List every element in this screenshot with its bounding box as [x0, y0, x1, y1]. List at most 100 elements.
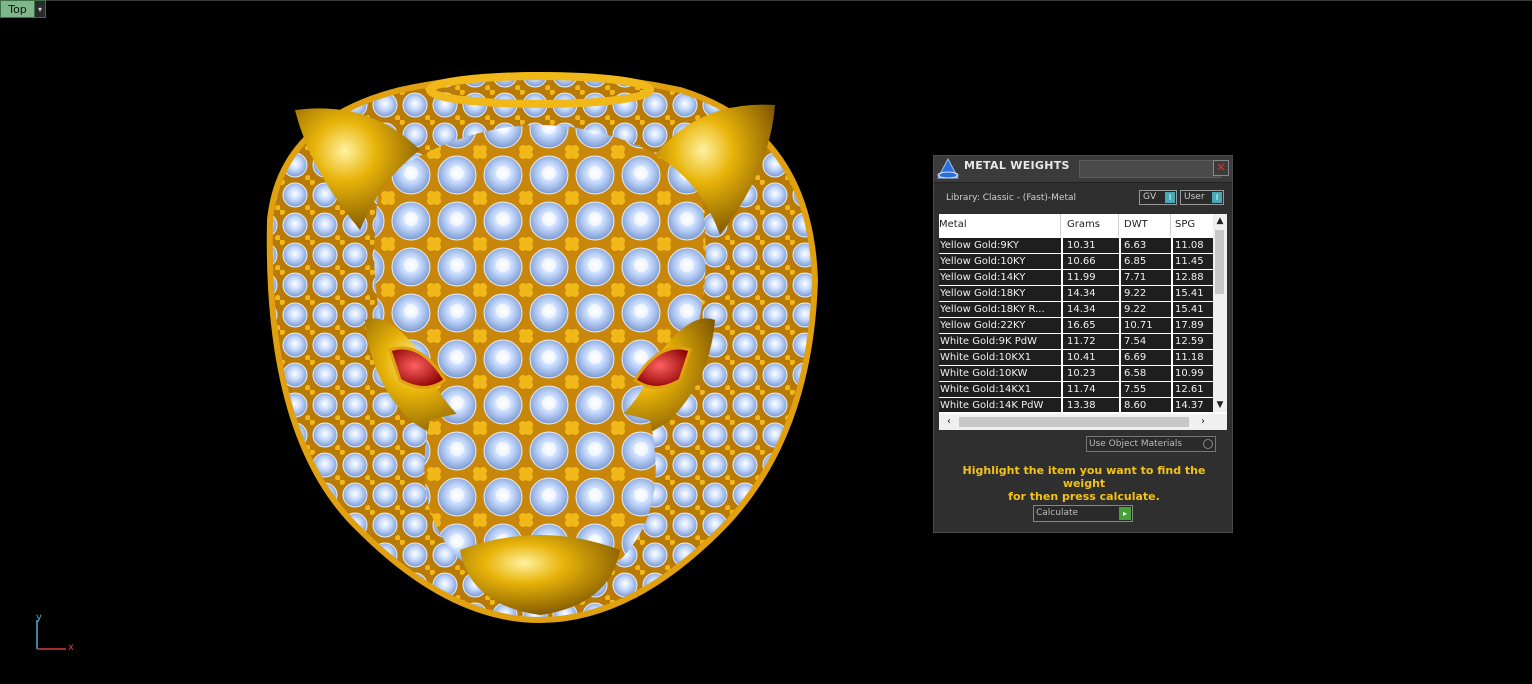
cell-spg: 14.37 — [1173, 398, 1213, 412]
cell-grams: 14.34 — [1063, 302, 1119, 317]
table-row[interactable]: White Gold:10KX1 10.41 6.69 11.18 — [939, 350, 1213, 366]
jaguar-ring-render — [266, 72, 819, 624]
axis-x-label: x — [68, 642, 74, 653]
hint-line-1: Highlight the item you want to find the … — [962, 464, 1206, 490]
radio-icon — [1203, 439, 1213, 449]
cell-dwt: 9.22 — [1121, 302, 1171, 317]
cell-metal: Yellow Gold:22KY — [939, 318, 1061, 333]
cell-dwt: 7.54 — [1121, 334, 1171, 349]
scroll-left-icon[interactable]: ‹ — [941, 414, 957, 430]
toggle-knob-icon: I — [1212, 192, 1222, 203]
cell-dwt: 7.71 — [1121, 270, 1171, 285]
use-object-materials-label: Use Object Materials — [1089, 439, 1183, 449]
table-row[interactable]: Yellow Gold:10KY 10.66 6.85 11.45 — [939, 254, 1213, 270]
hint-line-2: for then press calculate. — [1008, 490, 1160, 503]
cell-metal: White Gold:14KX1 — [939, 382, 1061, 397]
panel-title: METAL WEIGHTS — [964, 159, 1070, 172]
axis-y-label: y — [36, 612, 42, 623]
table-row[interactable]: Yellow Gold:18KY R... 14.34 9.22 15.41 — [939, 302, 1213, 318]
cell-grams: 10.23 — [1063, 366, 1119, 381]
viewport-name: Top — [8, 2, 27, 16]
table-header: Metal Grams DWT SPG — [939, 214, 1213, 236]
play-icon: ▸ — [1119, 507, 1131, 520]
cell-grams: 13.38 — [1063, 398, 1119, 412]
cell-spg: 12.88 — [1173, 270, 1213, 285]
table-row[interactable]: White Gold:14K PdW 13.38 8.60 14.37 — [939, 398, 1213, 412]
table-row[interactable]: Yellow Gold:22KY 16.65 10.71 17.89 — [939, 318, 1213, 334]
user-toggle-label: User — [1184, 192, 1205, 202]
cell-spg: 11.18 — [1173, 350, 1213, 365]
table-row[interactable]: White Gold:9K PdW 11.72 7.54 12.59 — [939, 334, 1213, 350]
horizontal-scrollbar[interactable]: ‹ › — [939, 414, 1227, 430]
scroll-thumb[interactable] — [959, 417, 1189, 427]
titlebar-drag-area[interactable] — [1079, 160, 1221, 178]
cell-metal: Yellow Gold:9KY — [939, 238, 1061, 253]
cell-grams: 10.66 — [1063, 254, 1119, 269]
axis-gizmo: y x — [30, 612, 80, 657]
cell-grams: 11.99 — [1063, 270, 1119, 285]
cell-spg: 11.08 — [1173, 238, 1213, 253]
table-body: Yellow Gold:9KY 10.31 6.63 11.08 Yellow Gold… — [939, 238, 1213, 412]
cell-grams: 11.72 — [1063, 334, 1119, 349]
viewport-dropdown-icon[interactable]: ▾ — [34, 1, 45, 17]
cell-metal: White Gold:10KX1 — [939, 350, 1061, 365]
hint-text: Highlight the item you want to find the … — [944, 464, 1224, 503]
table-row[interactable]: Yellow Gold:9KY 10.31 6.63 11.08 — [939, 238, 1213, 254]
library-label: Library: Classic - (Fast)-Metal — [946, 193, 1077, 203]
scroll-thumb[interactable] — [1215, 230, 1224, 294]
app-logo-icon — [937, 158, 959, 179]
scroll-down-icon[interactable]: ▼ — [1213, 398, 1227, 412]
calculate-label: Calculate — [1036, 508, 1079, 518]
user-toggle[interactable]: User I — [1180, 190, 1224, 205]
panel-titlebar[interactable]: METAL WEIGHTS ✕ — [934, 156, 1232, 183]
metal-weights-panel: METAL WEIGHTS ✕ Library: Classic - (Fast… — [933, 155, 1233, 533]
cell-metal: Yellow Gold:10KY — [939, 254, 1061, 269]
use-object-materials-toggle[interactable]: Use Object Materials — [1086, 436, 1216, 452]
cell-metal: White Gold:10KW — [939, 366, 1061, 381]
cell-dwt: 7.55 — [1121, 382, 1171, 397]
cell-grams: 16.65 — [1063, 318, 1119, 333]
viewport-label[interactable]: Top ▾ — [0, 0, 46, 18]
table-row[interactable]: Yellow Gold:18KY 14.34 9.22 15.41 — [939, 286, 1213, 302]
cell-grams: 14.34 — [1063, 286, 1119, 301]
cell-grams: 11.74 — [1063, 382, 1119, 397]
cell-spg: 15.41 — [1173, 302, 1213, 317]
cell-grams: 10.31 — [1063, 238, 1119, 253]
vertical-scrollbar[interactable]: ▲ ▼ — [1213, 214, 1227, 412]
column-header-grams[interactable]: Grams — [1063, 214, 1119, 236]
cell-dwt: 8.60 — [1121, 398, 1171, 412]
cell-spg: 15.41 — [1173, 286, 1213, 301]
toggle-knob-icon: I — [1165, 192, 1175, 203]
table-row[interactable]: Yellow Gold:14KY 11.99 7.71 12.88 — [939, 270, 1213, 286]
cell-spg: 12.59 — [1173, 334, 1213, 349]
metal-table[interactable]: Metal Grams DWT SPG Yellow Gold:9KY 10.31… — [939, 214, 1227, 430]
gv-toggle-label: GV — [1143, 192, 1157, 202]
cell-metal: Yellow Gold:18KY R... — [939, 302, 1061, 317]
cell-spg: 17.89 — [1173, 318, 1213, 333]
cell-metal: White Gold:14K PdW — [939, 398, 1061, 412]
cell-metal: White Gold:9K PdW — [939, 334, 1061, 349]
cell-grams: 10.41 — [1063, 350, 1119, 365]
table-row[interactable]: White Gold:10KW 10.23 6.58 10.99 — [939, 366, 1213, 382]
scroll-right-icon[interactable]: › — [1195, 414, 1211, 430]
cell-dwt: 6.69 — [1121, 350, 1171, 365]
cell-dwt: 10.71 — [1121, 318, 1171, 333]
cell-metal: Yellow Gold:18KY — [939, 286, 1061, 301]
column-header-spg[interactable]: SPG — [1173, 214, 1213, 236]
table-row[interactable]: White Gold:14KX1 11.74 7.55 12.61 — [939, 382, 1213, 398]
cell-dwt: 6.63 — [1121, 238, 1171, 253]
cell-spg: 10.99 — [1173, 366, 1213, 381]
scroll-up-icon[interactable]: ▲ — [1213, 214, 1227, 228]
cell-metal: Yellow Gold:14KY — [939, 270, 1061, 285]
close-button[interactable]: ✕ — [1213, 160, 1229, 176]
column-header-metal[interactable]: Metal — [939, 214, 1061, 236]
cell-spg: 11.45 — [1173, 254, 1213, 269]
cell-dwt: 9.22 — [1121, 286, 1171, 301]
calculate-button[interactable]: Calculate ▸ — [1033, 505, 1133, 522]
cell-dwt: 6.58 — [1121, 366, 1171, 381]
cell-dwt: 6.85 — [1121, 254, 1171, 269]
cell-spg: 12.61 — [1173, 382, 1213, 397]
gv-toggle[interactable]: GV I — [1139, 190, 1177, 205]
column-header-dwt[interactable]: DWT — [1121, 214, 1171, 236]
viewport-top-border — [46, 0, 1532, 1]
